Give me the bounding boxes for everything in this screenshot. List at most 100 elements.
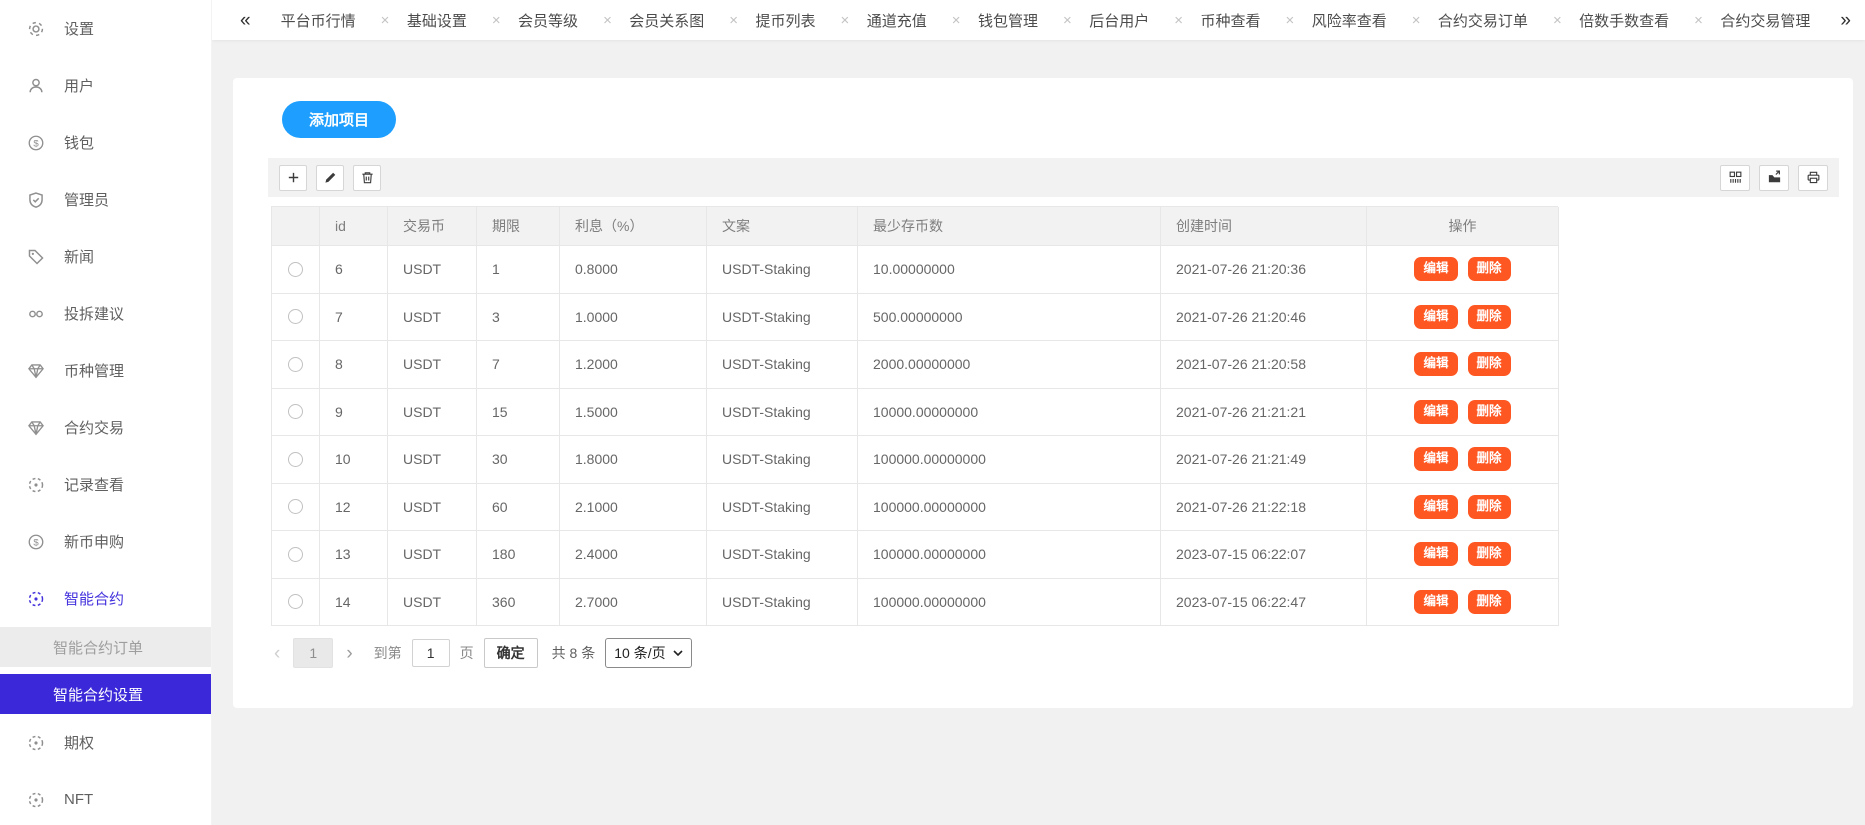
- tab[interactable]: 会员关系图×: [629, 10, 738, 31]
- row-radio[interactable]: [288, 452, 303, 467]
- sidebar-item[interactable]: 期权: [0, 714, 211, 771]
- prev-page-button[interactable]: ‹: [271, 644, 283, 663]
- table-cell: 3: [477, 294, 560, 342]
- tab-close-icon[interactable]: ×: [603, 13, 612, 28]
- table-cell: USDT-Staking: [707, 484, 858, 532]
- tab-close-icon[interactable]: ×: [1063, 13, 1072, 28]
- tab[interactable]: 币种查看×: [1200, 10, 1294, 31]
- sidebar-item[interactable]: NFT: [0, 771, 211, 825]
- tab-close-icon[interactable]: ×: [952, 13, 961, 28]
- table-row: 14USDT3602.7000USDT-Staking100000.000000…: [271, 579, 1558, 627]
- sidebar-item[interactable]: 用户: [0, 57, 211, 114]
- edit-button[interactable]: 编辑: [1414, 542, 1457, 566]
- tabs-scroll-left-icon[interactable]: «: [238, 11, 253, 30]
- page-size-value: 10 条/页: [614, 643, 665, 663]
- sidebar-item[interactable]: 新闻: [0, 228, 211, 285]
- table-cell: 2021-07-26 21:20:46: [1161, 294, 1367, 342]
- delete-button[interactable]: 删除: [1468, 590, 1511, 614]
- table-cell: [272, 389, 320, 437]
- tab[interactable]: 合约交易管理: [1720, 10, 1810, 31]
- add-tool-button[interactable]: [279, 165, 307, 191]
- tabs-scroll-right-icon[interactable]: »: [1838, 11, 1853, 30]
- sidebar-item[interactable]: 币种管理: [0, 342, 211, 399]
- confirm-page-button[interactable]: 确定: [484, 638, 538, 668]
- export-tool-button[interactable]: [1759, 165, 1789, 191]
- edit-button[interactable]: 编辑: [1414, 400, 1457, 424]
- row-radio[interactable]: [288, 594, 303, 609]
- sidebar-item[interactable]: 合约交易: [0, 399, 211, 456]
- table-cell: 100000.00000000: [858, 436, 1161, 484]
- print-tool-button[interactable]: [1798, 165, 1828, 191]
- tab[interactable]: 会员等级×: [518, 10, 612, 31]
- diamond-icon: [27, 362, 45, 380]
- delete-button[interactable]: 删除: [1468, 495, 1511, 519]
- delete-tool-button[interactable]: [353, 165, 381, 191]
- tab[interactable]: 钱包管理 ×: [978, 10, 1072, 31]
- sidebar-subitem[interactable]: 智能合约设置: [0, 674, 211, 714]
- edit-tool-button[interactable]: [316, 165, 344, 191]
- tab[interactable]: 通道充值×: [867, 10, 961, 31]
- tab-label: 钱包管理: [978, 10, 1038, 31]
- tab-close-icon[interactable]: ×: [1174, 13, 1183, 28]
- row-radio[interactable]: [288, 357, 303, 372]
- tab-close-icon[interactable]: ×: [1553, 13, 1562, 28]
- tab-close-icon[interactable]: ×: [492, 13, 501, 28]
- delete-button[interactable]: 删除: [1468, 400, 1511, 424]
- table-cell: 7: [320, 294, 388, 342]
- table-cell: 2023-07-15 06:22:47: [1161, 579, 1367, 627]
- tab-close-icon[interactable]: ×: [729, 13, 738, 28]
- table-cell: USDT-Staking: [707, 436, 858, 484]
- sidebar-item[interactable]: $新币申购: [0, 513, 211, 570]
- row-radio[interactable]: [288, 262, 303, 277]
- delete-button[interactable]: 删除: [1468, 305, 1511, 329]
- sidebar-item[interactable]: 管理员: [0, 171, 211, 228]
- tab[interactable]: 倍数手数查看×: [1579, 10, 1703, 31]
- row-radio[interactable]: [288, 499, 303, 514]
- sidebar-item[interactable]: 记录查看: [0, 456, 211, 513]
- tag-icon: [27, 248, 45, 266]
- edit-button[interactable]: 编辑: [1414, 447, 1457, 471]
- tab[interactable]: 后台用户×: [1089, 10, 1183, 31]
- delete-button[interactable]: 删除: [1468, 257, 1511, 281]
- sidebar-item[interactable]: 投拆建议: [0, 285, 211, 342]
- page-size-select[interactable]: 10 条/页: [605, 638, 691, 668]
- toolbar-left-group: [279, 165, 381, 191]
- tab-close-icon[interactable]: ×: [1694, 13, 1703, 28]
- current-page-indicator[interactable]: 1: [293, 638, 333, 668]
- tab-close-icon[interactable]: ×: [381, 13, 390, 28]
- columns-tool-button[interactable]: [1720, 165, 1750, 191]
- edit-button[interactable]: 编辑: [1414, 352, 1457, 376]
- row-radio[interactable]: [288, 309, 303, 324]
- delete-button[interactable]: 删除: [1468, 542, 1511, 566]
- row-radio[interactable]: [288, 547, 303, 562]
- sidebar-item[interactable]: 智能合约: [0, 570, 211, 627]
- table-cell: [272, 436, 320, 484]
- delete-button[interactable]: 删除: [1468, 352, 1511, 376]
- tab-close-icon[interactable]: ×: [1285, 13, 1294, 28]
- edit-button[interactable]: 编辑: [1414, 590, 1457, 614]
- add-item-button[interactable]: 添加项目: [282, 101, 396, 138]
- sidebar-item[interactable]: 设置: [0, 0, 211, 57]
- goto-page-input[interactable]: [412, 639, 450, 667]
- tab[interactable]: 提币列表×: [756, 10, 850, 31]
- sidebar-item[interactable]: $钱包: [0, 114, 211, 171]
- tab-close-icon[interactable]: ×: [841, 13, 850, 28]
- tab-label: 平台币行情: [281, 10, 356, 31]
- table-cell: 500.00000000: [858, 294, 1161, 342]
- next-page-button[interactable]: ›: [343, 644, 355, 663]
- edit-button[interactable]: 编辑: [1414, 495, 1457, 519]
- edit-button[interactable]: 编辑: [1414, 305, 1457, 329]
- table-cell: USDT: [388, 341, 477, 389]
- tab-close-icon[interactable]: ×: [1412, 13, 1421, 28]
- tab[interactable]: 合约交易订单×: [1438, 10, 1562, 31]
- tab[interactable]: 平台币行情 ×: [281, 10, 390, 31]
- delete-button[interactable]: 删除: [1468, 447, 1511, 471]
- sidebar-subitem[interactable]: 智能合约订单: [0, 627, 211, 667]
- tab[interactable]: 风险率查看×: [1312, 10, 1421, 31]
- table-cell: USDT-Staking: [707, 246, 858, 294]
- table-header-row: id交易币期限利息（%）文案最少存币数创建时间操作: [271, 206, 1558, 246]
- tab[interactable]: 基础设置×: [407, 10, 501, 31]
- row-radio[interactable]: [288, 404, 303, 419]
- edit-button[interactable]: 编辑: [1414, 257, 1457, 281]
- infinity-icon: [27, 305, 45, 323]
